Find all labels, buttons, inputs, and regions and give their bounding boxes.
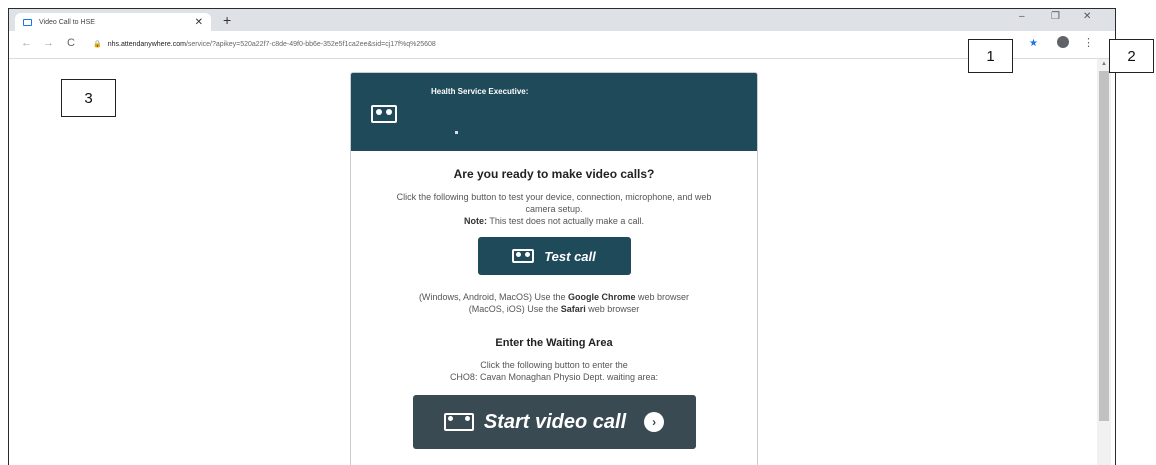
scrollbar-thumb[interactable]: [1099, 71, 1109, 421]
browser-safari: Safari: [560, 304, 586, 314]
browser-line1-post: web browser: [635, 292, 690, 302]
card-header: Health Service Executive:: [351, 73, 757, 151]
org-name: Health Service Executive:: [431, 87, 529, 96]
browser-chrome: Google Chrome: [568, 292, 636, 302]
video-call-card: Health Service Executive: Are you ready …: [350, 72, 758, 465]
test-call-label: Test call: [544, 248, 596, 264]
heading-waiting: Enter the Waiting Area: [495, 337, 613, 349]
bookmark-star-icon[interactable]: ★: [1029, 38, 1038, 49]
callout-3: 3: [61, 79, 116, 117]
note-text: This test does not actually make a call.: [487, 216, 644, 226]
reload-button[interactable]: C: [67, 37, 75, 49]
video-camera-icon: [23, 18, 32, 26]
note-label: Note:: [464, 216, 488, 226]
browser-line2-pre: (MacOS, iOS) Use the: [468, 304, 561, 314]
start-video-call-button[interactable]: Start video call ›: [412, 395, 696, 449]
redacted-dot: [455, 131, 458, 134]
minimize-button[interactable]: –: [1019, 11, 1025, 22]
tab-close-button[interactable]: ✕: [195, 17, 203, 28]
tab-strip: Video Call to HSE ✕ + – ❐ ✕: [9, 9, 1115, 31]
browser-line1-pre: (Windows, Android, MacOS) Use the: [418, 292, 568, 302]
toolbar: ← → C 🔒 nhs.attendanywhere.com /service/…: [9, 31, 1115, 59]
scroll-up-icon[interactable]: ▲: [1101, 61, 1107, 67]
scrollbar[interactable]: ▲: [1097, 59, 1111, 465]
test-instructions: Click the following button to test your …: [351, 191, 757, 227]
back-button[interactable]: ←: [21, 37, 32, 49]
new-tab-button[interactable]: +: [223, 12, 231, 28]
callout-1: 1: [968, 39, 1013, 73]
browser-requirements: (Windows, Android, MacOS) Use the Google…: [351, 291, 757, 315]
video-camera-icon: [512, 249, 535, 263]
callout-2: 2: [1109, 39, 1154, 73]
waiting-text1: Click the following button to enter the: [480, 360, 628, 370]
forward-button[interactable]: →: [43, 37, 54, 49]
waiting-text2: CHO8: Cavan Monaghan Physio Dept. waitin…: [449, 372, 659, 382]
window-close-button[interactable]: ✕: [1083, 11, 1091, 22]
waiting-instructions: Click the following button to enter the …: [351, 359, 757, 383]
url-path: /service/?apikey=520a22f7-c8de-49f0-bb6e…: [185, 40, 436, 48]
address-bar[interactable]: 🔒 nhs.attendanywhere.com /service/?apike…: [93, 35, 973, 53]
test-text: Click the following button to test your …: [396, 192, 712, 214]
browser-line2-post: web browser: [585, 304, 640, 314]
video-camera-icon: [443, 413, 474, 431]
tab-title: Video Call to HSE: [39, 18, 95, 26]
arrow-right-icon: ›: [644, 412, 665, 432]
url-host: nhs.attendanywhere.com: [107, 40, 186, 48]
heading-ready: Are you ready to make video calls?: [453, 167, 655, 181]
start-video-call-label: Start video call: [483, 410, 627, 433]
page-content: Health Service Executive: Are you ready …: [9, 59, 1097, 465]
card-body: Are you ready to make video calls? Click…: [351, 167, 757, 449]
video-call-logo-icon: [371, 105, 397, 123]
tab-video-call[interactable]: Video Call to HSE ✕: [15, 13, 211, 31]
test-call-button[interactable]: Test call: [477, 237, 631, 275]
restore-button[interactable]: ❐: [1051, 11, 1060, 22]
browser-window: Video Call to HSE ✕ + – ❐ ✕ ← → C 🔒 nhs.…: [8, 8, 1116, 465]
lock-icon: 🔒: [93, 41, 102, 48]
account-icon[interactable]: [1057, 36, 1069, 48]
menu-kebab-icon[interactable]: ⋮: [1083, 36, 1094, 49]
